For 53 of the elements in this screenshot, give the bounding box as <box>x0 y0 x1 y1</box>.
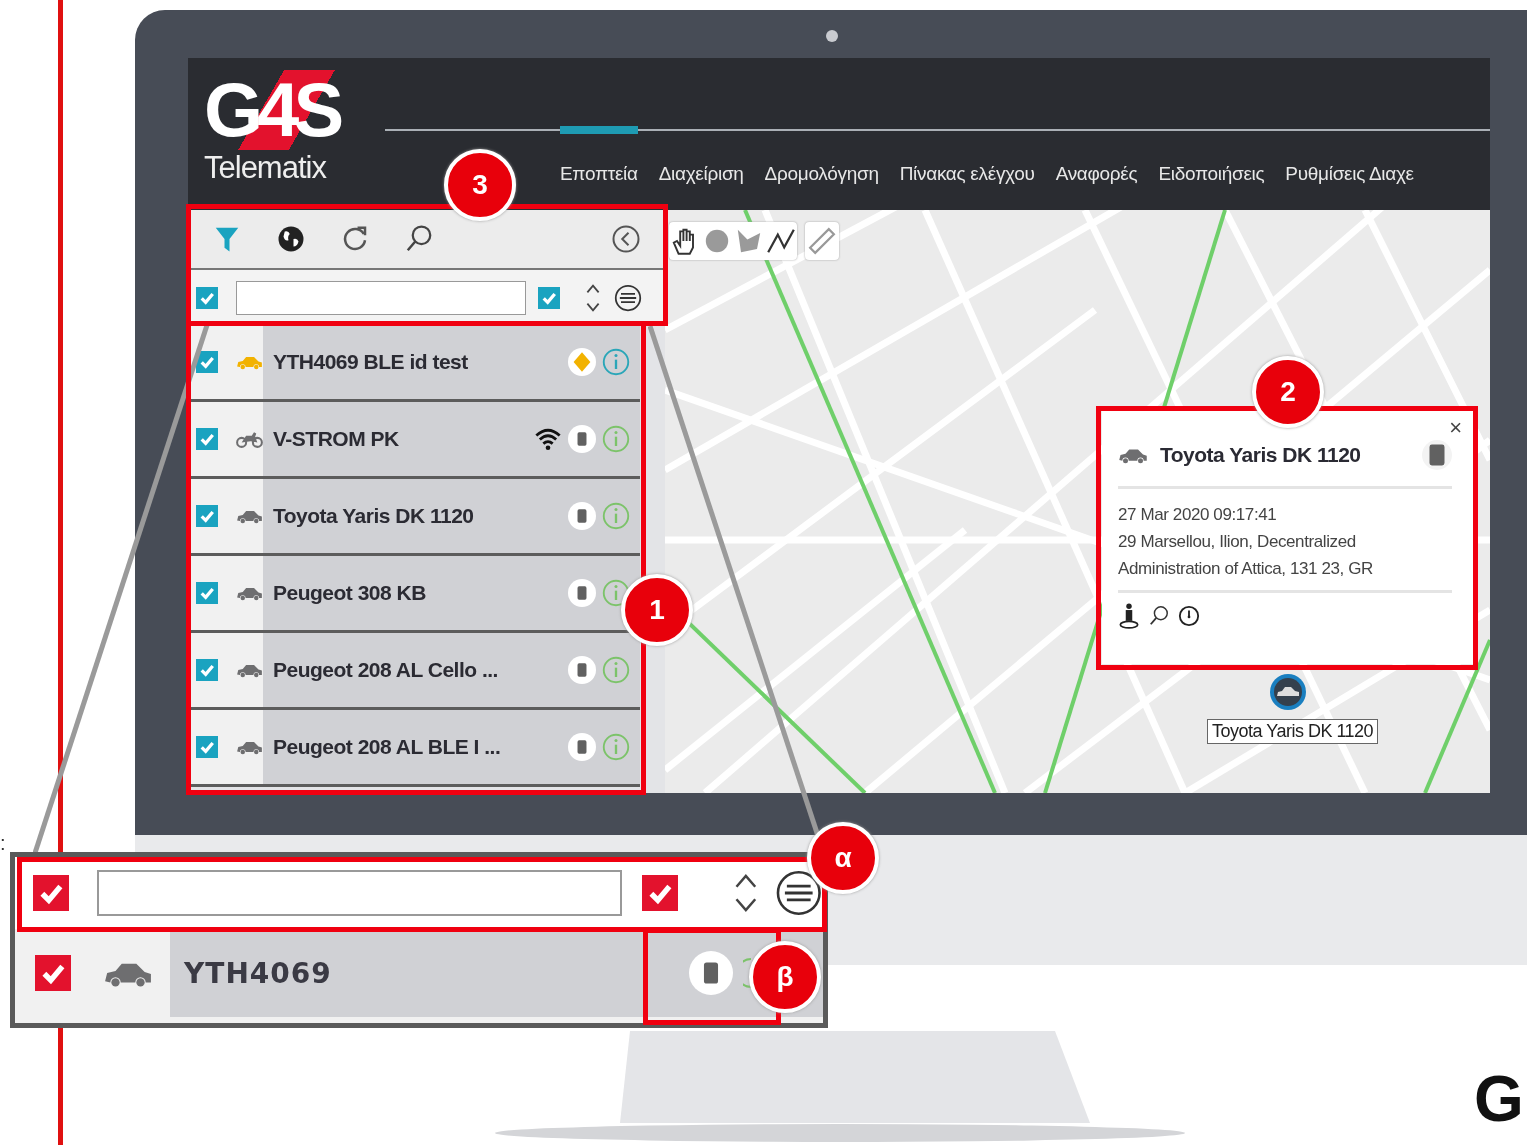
checkbox[interactable] <box>641 875 678 911</box>
nav-tab[interactable]: Ρυθμίσεις Διαχε <box>1285 126 1414 185</box>
street-view-icon[interactable] <box>1118 603 1140 629</box>
checkbox[interactable] <box>196 582 218 604</box>
checkbox[interactable] <box>196 505 218 527</box>
close-button[interactable]: × <box>1449 416 1462 440</box>
camera-dot-icon <box>826 30 838 42</box>
vehicle-marker-icon[interactable] <box>1268 672 1308 712</box>
stop-icon[interactable] <box>568 656 596 684</box>
menu-icon[interactable] <box>775 869 823 917</box>
stop-icon[interactable] <box>568 425 596 453</box>
cut-off-text: : <box>0 832 6 855</box>
menu-icon[interactable] <box>614 283 642 312</box>
checkbox[interactable] <box>196 286 218 309</box>
checkbox[interactable] <box>196 428 218 450</box>
stop-icon[interactable] <box>568 502 596 530</box>
globe-icon[interactable] <box>276 224 306 254</box>
timestamp: 27 Mar 2020 09:17:41 <box>1118 504 1278 526</box>
checkbox[interactable] <box>196 351 218 373</box>
search-field[interactable] <box>97 870 622 916</box>
collapse-icon[interactable] <box>611 224 641 254</box>
vehicle-name: YTH4069 BLE id test <box>273 350 468 374</box>
marker-label: Toyota Yaris DK 1120 <box>1207 719 1379 744</box>
search-icon[interactable] <box>404 224 434 254</box>
vehicle-name: Peugeot 208 AL Cello ... <box>273 658 498 682</box>
nav-tab[interactable]: Πίνακας ελέγχου <box>899 126 1035 185</box>
checkbox[interactable] <box>33 875 69 911</box>
checkbox[interactable] <box>196 736 218 758</box>
search-field[interactable] <box>236 280 526 315</box>
g4s-logo: G <box>1474 1066 1524 1132</box>
ruler-icon[interactable] <box>805 222 839 260</box>
nav-tab[interactable]: Εποπτεία <box>560 126 638 185</box>
vehicle-name: YTH4069 <box>184 956 332 990</box>
vehicle-name: Peugeot 208 AL BLE I ... <box>273 735 501 759</box>
product-name: Telematix <box>204 150 328 186</box>
car-icon <box>1118 446 1148 464</box>
popup-title: Toyota Yaris DK 1120 <box>1160 443 1361 467</box>
vehicle-name: V-STROM PK <box>273 427 399 451</box>
stop-icon[interactable] <box>568 733 596 761</box>
stop-icon[interactable] <box>568 579 596 607</box>
nav-tab[interactable]: Διαχείριση <box>658 126 744 185</box>
checkbox[interactable] <box>35 955 71 991</box>
checkbox[interactable] <box>196 659 218 681</box>
nav-tab[interactable]: Ειδοποιήσεις <box>1158 126 1265 185</box>
nav-tab[interactable]: Δρομολόγηση <box>764 126 879 185</box>
checkbox[interactable] <box>538 286 560 309</box>
nav-tab[interactable]: Αναφορές <box>1055 126 1138 185</box>
vehicle-name: Toyota Yaris DK 1120 <box>273 504 474 528</box>
address: 29 Marsellou, Ilion, Decentralized Administration of Attica, 131 23, GR <box>1118 531 1374 580</box>
stop-icon <box>1422 440 1452 470</box>
clock-icon[interactable] <box>1178 603 1200 629</box>
stop-icon[interactable] <box>689 951 733 995</box>
vehicle-name: Peugeot 308 KB <box>273 581 426 605</box>
